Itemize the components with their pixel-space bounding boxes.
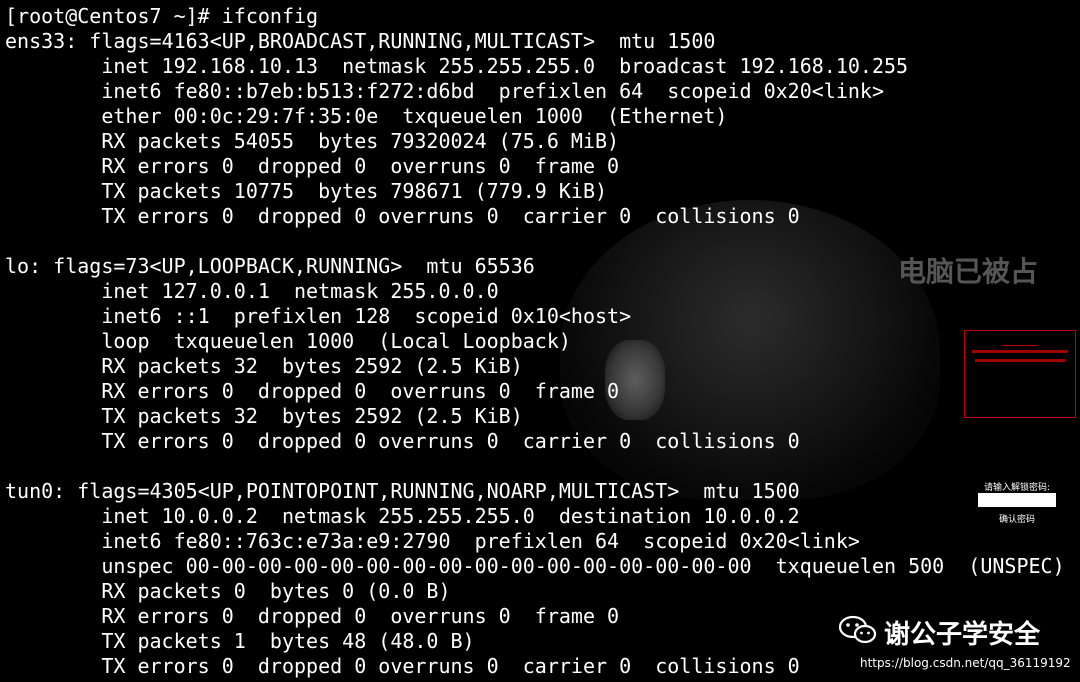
terminal-line: RX errors 0 dropped 0 overruns 0 frame 0: [5, 154, 620, 178]
ransom-notice-heading: [1002, 337, 1038, 346]
terminal-line: inet 192.168.10.13 netmask 255.255.255.0…: [5, 54, 909, 78]
terminal-line: TX packets 1 bytes 48 (48.0 B): [5, 629, 475, 653]
ransom-notice-line: [972, 350, 1068, 353]
terminal-window[interactable]: [root@Centos7 ~]# ifconfig ens33: flags=…: [0, 0, 1080, 682]
terminal-line: lo: flags=73<UP,LOOPBACK,RUNNING> mtu 65…: [5, 254, 535, 278]
terminal-line: TX errors 0 dropped 0 overruns 0 carrier…: [5, 654, 800, 678]
terminal-line: inet 127.0.0.1 netmask 255.0.0.0: [5, 279, 499, 303]
watermark-account-name: 谢公子学安全: [884, 620, 1041, 650]
terminal-line: inet 10.0.0.2 netmask 255.255.255.0 dest…: [5, 504, 800, 528]
terminal-line: TX packets 10775 bytes 798671 (779.9 KiB…: [5, 179, 608, 203]
confirm-password-button[interactable]: 确认密码: [962, 512, 1072, 525]
terminal-line: TX errors 0 dropped 0 overruns 0 carrier…: [5, 429, 800, 453]
terminal-line: RX errors 0 dropped 0 overruns 0 frame 0: [5, 604, 620, 628]
unlock-password-label: 请输入解锁密码:: [983, 483, 1051, 493]
terminal-line: ens33: flags=4163<UP,BROADCAST,RUNNING,M…: [5, 29, 716, 53]
ransom-notice-line: [975, 359, 1065, 362]
terminal-line: ether 00:0c:29:7f:35:0e txqueuelen 1000 …: [5, 104, 728, 128]
terminal-line: RX packets 0 bytes 0 (0.0 B): [5, 579, 451, 603]
terminal-line: loop txqueuelen 1000 (Local Loopback): [5, 329, 571, 353]
terminal-line: TX packets 32 bytes 2592 (2.5 KiB): [5, 404, 523, 428]
ransom-title: 电脑已被占: [898, 255, 1039, 288]
unlock-password-input[interactable]: [978, 493, 1056, 507]
terminal-line: tun0: flags=4305<UP,POINTOPOINT,RUNNING,…: [5, 479, 800, 503]
wechat-icon: [838, 615, 877, 644]
terminal-line: inet6 ::1 prefixlen 128 scopeid 0x10<hos…: [5, 304, 632, 328]
terminal-line: RX packets 32 bytes 2592 (2.5 KiB): [5, 354, 523, 378]
terminal-line: RX errors 0 dropped 0 overruns 0 frame 0: [5, 379, 620, 403]
terminal-line: unspec 00-00-00-00-00-00-00-00-00-00-00-…: [5, 554, 1065, 578]
ransom-notice-box: [964, 330, 1076, 418]
terminal-line: inet6 fe80::763c:e73a:e9:2790 prefixlen …: [5, 529, 860, 553]
watermark-url: https://blog.csdn.net/qq_36119192: [860, 656, 1071, 670]
terminal-line: inet6 fe80::b7eb:b513:f272:d6bd prefixle…: [5, 79, 884, 103]
shell-prompt: [root@Centos7 ~]# ifconfig: [5, 4, 319, 28]
terminal-line: TX errors 0 dropped 0 overruns 0 carrier…: [5, 204, 800, 228]
terminal-line: RX packets 54055 bytes 79320024 (75.6 Mi…: [5, 129, 620, 153]
